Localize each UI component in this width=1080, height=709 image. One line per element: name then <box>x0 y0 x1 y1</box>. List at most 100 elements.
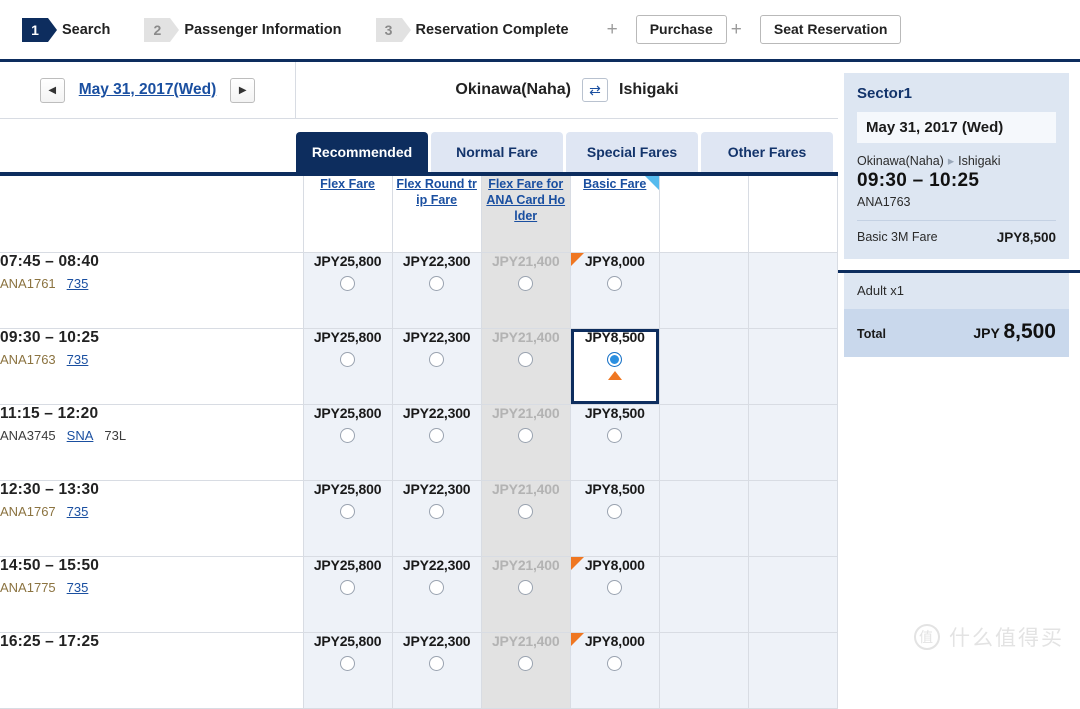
step-2[interactable]: 2 Passenger Information <box>144 17 342 42</box>
tab-special-fares[interactable]: Special Fares <box>566 132 698 172</box>
fare-cell[interactable]: JPY22,300 <box>392 480 482 557</box>
fare-cell[interactable]: JPY22,300 <box>392 252 482 329</box>
tab-other-fares[interactable]: Other Fares <box>701 132 833 172</box>
fare-radio-button[interactable] <box>340 503 356 519</box>
fare-cell[interactable]: JPY8,000 <box>570 632 660 709</box>
fare-cell[interactable]: JPY8,000 <box>570 252 660 329</box>
previous-day-button[interactable]: ◀ <box>39 77 65 103</box>
fare-radio-button[interactable] <box>607 655 623 671</box>
fare-radio-button[interactable] <box>607 503 623 519</box>
fare-column-header-empty <box>748 176 839 253</box>
flight-time: 16:25 – 17:25 <box>0 632 100 650</box>
aircraft-type-link[interactable]: 735 <box>67 504 89 519</box>
fare-cell[interactable]: JPY25,800 <box>303 252 393 329</box>
fare-radio-button[interactable] <box>340 579 356 595</box>
fare-radio-button[interactable] <box>518 579 534 595</box>
fare-column-header-empty <box>659 176 749 253</box>
flight-row: 11:15 – 12:20 ANA3745 SNA 73L JPY25,800 JPY22… <box>0 404 839 481</box>
fare-radio-button[interactable] <box>429 351 445 367</box>
route-arrow-icon: ▸ <box>947 154 955 168</box>
seat-reservation-button[interactable]: Seat Reservation <box>759 15 902 44</box>
fare-column-link[interactable]: Flex Fare for ANA Card Holder <box>482 176 570 224</box>
fare-radio-button[interactable] <box>340 275 356 291</box>
fare-cell[interactable]: JPY21,400 <box>481 328 571 405</box>
flight-time: 14:50 – 15:50 <box>0 556 100 574</box>
fare-column-header[interactable]: Flex Fare <box>303 176 393 253</box>
fare-cell[interactable]: JPY8,500 <box>570 480 660 557</box>
fare-column-link[interactable]: Flex Round trip Fare <box>393 176 481 208</box>
step-3-number: 3 <box>384 21 393 38</box>
flight-meta: ANA1775 735 <box>0 580 303 595</box>
fare-radio-button[interactable] <box>518 351 534 367</box>
fare-radio-button[interactable] <box>607 351 623 367</box>
fare-radio-button[interactable] <box>429 579 445 595</box>
fare-cell[interactable]: JPY22,300 <box>392 556 482 633</box>
fare-radio-button[interactable] <box>429 655 445 671</box>
fare-column-header[interactable]: Flex Fare for ANA Card Holder <box>481 176 571 253</box>
tab-recommended[interactable]: Recommended <box>296 132 428 172</box>
flight-info-cell: 12:30 – 13:30 ANA1767 735 <box>0 480 304 557</box>
fare-cell[interactable]: JPY21,400 <box>481 632 571 709</box>
fare-column-header[interactable]: Flex Round trip Fare <box>392 176 482 253</box>
fare-radio-button[interactable] <box>518 503 534 519</box>
discount-corner-icon <box>570 632 584 646</box>
fare-cell[interactable]: JPY25,800 <box>303 632 393 709</box>
fare-cell[interactable]: JPY25,800 <box>303 556 393 633</box>
fare-price: JPY25,800 <box>313 480 382 497</box>
flight-meta: ANA1763 735 <box>0 352 303 367</box>
fare-cell-empty <box>659 480 749 557</box>
fare-radio-button[interactable] <box>607 579 623 595</box>
aircraft-type-link[interactable]: 735 <box>67 276 89 291</box>
fare-radio-button[interactable] <box>607 427 623 443</box>
flight-info-cell: 09:30 – 10:25 ANA1763 735 <box>0 328 304 405</box>
fare-radio-button[interactable] <box>429 503 445 519</box>
aircraft-type: 73L <box>104 427 127 443</box>
fare-cell[interactable]: JPY22,300 <box>392 328 482 405</box>
fare-cell[interactable]: JPY21,400 <box>481 404 571 481</box>
fare-cell[interactable]: JPY25,800 <box>303 404 393 481</box>
fare-radio-button[interactable] <box>607 275 623 291</box>
total-row: Total JPY 8,500 <box>844 308 1069 357</box>
aircraft-type-link[interactable]: 735 <box>67 580 89 595</box>
fare-column-link[interactable]: Flex Fare <box>304 176 392 192</box>
fare-cell[interactable]: JPY21,400 <box>481 480 571 557</box>
fare-cell[interactable]: JPY21,400 <box>481 556 571 633</box>
fare-price: JPY21,400 <box>491 480 560 497</box>
fare-radio-button[interactable] <box>518 275 534 291</box>
sector-flight-number: ANA1763 <box>857 195 911 209</box>
fare-column-header[interactable]: Basic Fare <box>570 176 660 253</box>
fare-radio-button[interactable] <box>429 427 445 443</box>
purchase-button[interactable]: Purchase <box>635 15 727 44</box>
fare-radio-button[interactable] <box>340 655 356 671</box>
aircraft-type-link[interactable]: 735 <box>67 352 89 367</box>
step-3[interactable]: 3 Reservation Complete <box>375 17 569 42</box>
fare-cell[interactable]: JPY22,300 <box>392 404 482 481</box>
selected-date-link[interactable]: May 31, 2017(Wed) <box>79 81 217 99</box>
fare-price: JPY8,500 <box>584 404 645 421</box>
step-1[interactable]: 1 Search <box>22 17 110 42</box>
fare-price: JPY8,500 <box>584 480 645 497</box>
aircraft-type-link[interactable]: SNA <box>67 428 94 443</box>
watermark-logo-icon: 值 <box>914 624 940 650</box>
discount-corner-icon <box>570 556 584 570</box>
fare-radio-button[interactable] <box>518 427 534 443</box>
tab-normal-fare[interactable]: Normal Fare <box>431 132 563 172</box>
next-day-button[interactable]: ▶ <box>230 77 256 103</box>
fare-cell[interactable]: JPY22,300 <box>392 632 482 709</box>
swap-icon[interactable]: ⇄ <box>582 78 608 102</box>
fare-radio-button[interactable] <box>340 351 356 367</box>
step-1-badge: 1 <box>22 17 57 42</box>
fare-cell[interactable]: JPY25,800 <box>303 480 393 557</box>
fare-cell-selected[interactable]: JPY8,500 <box>570 328 660 405</box>
fare-cell[interactable]: JPY8,500 <box>570 404 660 481</box>
fare-radio-button[interactable] <box>429 275 445 291</box>
selection-pointer-icon <box>607 370 622 380</box>
fare-cell[interactable]: JPY21,400 <box>481 252 571 329</box>
fare-radio-button[interactable] <box>340 427 356 443</box>
sector-summary-card: Sector1 May 31, 2017 (Wed) Okinawa(Naha)… <box>844 73 1069 259</box>
step-1-number: 1 <box>31 21 39 38</box>
fare-cell[interactable]: JPY25,800 <box>303 328 393 405</box>
date-route-bar: ◀ May 31, 2017(Wed) ▶ Okinawa(Naha) ⇄ Is… <box>0 62 838 119</box>
fare-cell[interactable]: JPY8,000 <box>570 556 660 633</box>
fare-radio-button[interactable] <box>518 655 534 671</box>
